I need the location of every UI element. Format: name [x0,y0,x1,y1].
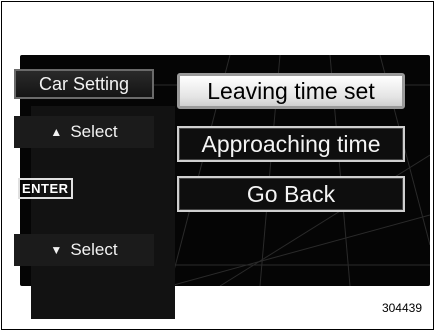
figure-number: 304439 [381,301,422,315]
select-down-label: Select [70,240,118,259]
menu-item-label: Approaching time [201,130,381,157]
up-triangle-icon: ▲ [50,125,63,139]
menu-item-approaching-time[interactable]: Approaching time [177,126,405,162]
enter-badge: ENTER [18,177,73,199]
enter-button[interactable]: ENTER [14,172,154,204]
select-up-label: Select [70,122,118,141]
menu-item-label: Go Back [246,180,336,207]
menu-item-go-back[interactable]: Go Back [177,176,405,212]
menu-item-label: Leaving time set [207,77,375,104]
down-triangle-icon: ▼ [50,243,63,257]
select-down-button[interactable]: ▼ Select [14,234,154,266]
menu-item-leaving-time-set[interactable]: Leaving time set [177,73,405,109]
select-up-button[interactable]: ▲ Select [14,116,154,148]
car-setting-label: Car Setting [14,69,154,99]
